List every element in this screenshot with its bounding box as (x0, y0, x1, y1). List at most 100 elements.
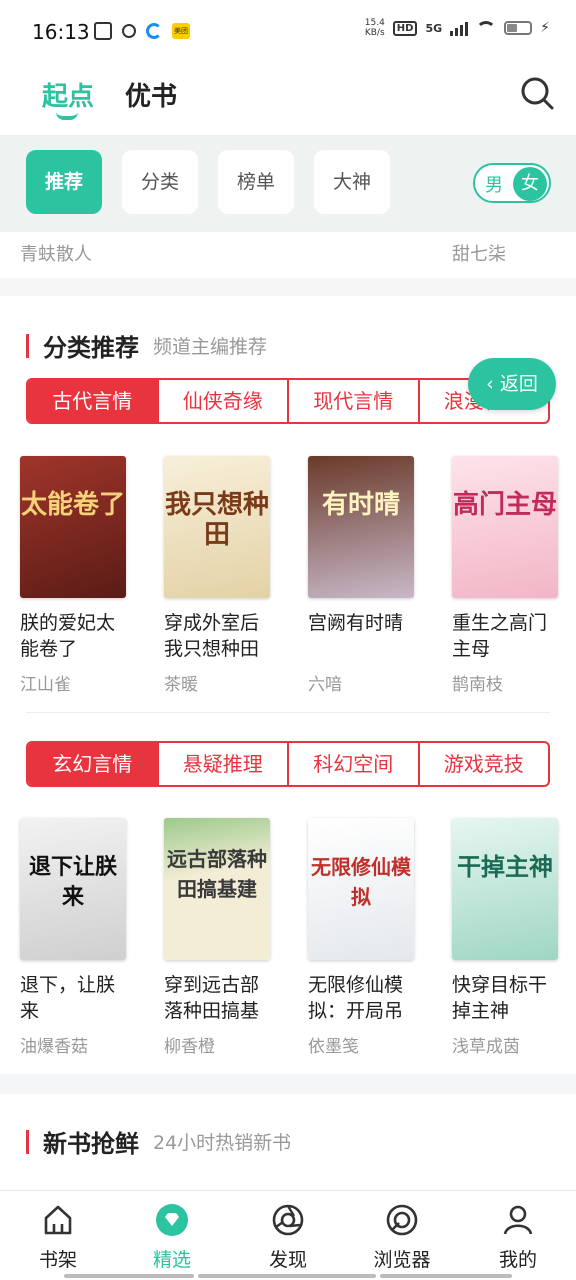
gender-female[interactable]: 女 (513, 167, 547, 201)
nav-label: 浏览器 (373, 1249, 431, 1271)
tab-mystery[interactable]: 悬疑推理 (159, 743, 289, 785)
book-title[interactable]: 无限修仙模拟：开局吊 (308, 972, 418, 1024)
message-icon (94, 22, 112, 40)
nav-label: 精选 (152, 1249, 191, 1271)
channel-chip-bar: 推荐 分类 榜单 大神 男 女 (0, 136, 576, 232)
charging-icon: ⚡ (540, 20, 550, 36)
gender-toggle[interactable]: 男 女 (473, 163, 551, 203)
book-title[interactable]: 宫阙有时晴 (308, 610, 418, 662)
book-title[interactable]: 快穿目标干掉主神 (452, 972, 562, 1024)
diamond-icon (156, 1204, 188, 1236)
gender-male[interactable]: 男 (485, 171, 503, 197)
book-card[interactable]: 干掉主神 快穿目标干掉主神 浅草成茵 (452, 818, 562, 1057)
book-author: 甜七柒 (452, 244, 506, 265)
app-screen: 16:13 美团 15.4 KB/s HD 5G ⚡ 起点 优书 推荐 分类 榜… (0, 0, 576, 1280)
book-cover[interactable]: 干掉主神 (452, 818, 558, 960)
section-accent-bar (26, 333, 29, 358)
book-author: 青蚨散人 (20, 244, 92, 265)
sync-icon (122, 24, 136, 38)
book-author: 江山雀 (20, 675, 71, 695)
book-cover[interactable]: 我只想种田 (164, 456, 270, 598)
book-title[interactable]: 朕的爱妃太能卷了 (20, 610, 130, 662)
book-cover[interactable]: 有时晴 (308, 456, 414, 598)
book-title[interactable]: 穿到远古部落种田搞基建 (164, 972, 274, 1024)
nav-discover[interactable]: 发现 (238, 1203, 338, 1272)
chip-category[interactable]: 分类 (122, 150, 198, 214)
book-author: 依墨笺 (308, 1037, 359, 1057)
chip-recommend[interactable]: 推荐 (26, 150, 102, 214)
category-recommend-section: 分类推荐 频道主编推荐 古代言情 仙侠奇缘 现代言情 浪漫青春 太能卷了 朕的爱… (0, 296, 576, 1074)
previous-book-row: 青蚨散人 甜七柒 (0, 232, 576, 278)
book-author: 浅草成茵 (452, 1037, 520, 1057)
browser-notify-icon (146, 23, 162, 39)
nav-mine[interactable]: 我的 (468, 1203, 568, 1272)
book-title[interactable]: 穿成外室后我只想种田 (164, 610, 274, 662)
section-subtitle: 24小时热销新书 (153, 1132, 292, 1154)
wifi-icon (476, 21, 497, 35)
book-author: 柳香橙 (164, 1037, 215, 1057)
tab-ancient-romance[interactable]: 古代言情 (28, 380, 159, 422)
book-card[interactable]: 退下让朕来 退下，让朕来 油爆香菇 (20, 818, 130, 1057)
section-title: 分类推荐 (43, 333, 139, 362)
top-nav: 起点 优书 (0, 62, 576, 136)
chevron-left-icon: ‹ (486, 373, 494, 395)
chip-ranking[interactable]: 榜单 (218, 150, 294, 214)
book-card[interactable]: 高门主母 重生之高门主母 鹊南枝 (452, 456, 562, 695)
network-type: 5G (425, 21, 443, 35)
category-tabs-2: 玄幻言情 悬疑推理 科幻空间 游戏竞技 (26, 741, 550, 787)
book-cover[interactable]: 高门主母 (452, 456, 558, 598)
book-cover[interactable]: 远古部落种田搞基建 (164, 818, 270, 960)
book-card[interactable]: 太能卷了 朕的爱妃太能卷了 江山雀 (20, 456, 130, 695)
book-cover[interactable]: 太能卷了 (20, 456, 126, 598)
home-icon (44, 1205, 72, 1235)
section-header: 新书抢鲜 24小时热销新书 (26, 1124, 291, 1159)
book-cover[interactable]: 退下让朕来 (20, 818, 126, 960)
book-author: 六喑 (308, 675, 342, 695)
tab-gaming[interactable]: 游戏竞技 (420, 743, 549, 785)
nav-featured[interactable]: 精选 (122, 1203, 222, 1272)
book-author: 茶暖 (164, 675, 198, 695)
compass-icon (272, 1204, 304, 1236)
tab-scifi[interactable]: 科幻空间 (289, 743, 420, 785)
nav-bookshelf[interactable]: 书架 (8, 1203, 108, 1272)
system-icons: 15.4 KB/s HD 5G ⚡ (365, 18, 550, 38)
book-card[interactable]: 有时晴 宫阙有时晴 六喑 (308, 456, 418, 695)
section-title: 新书抢鲜 (43, 1129, 139, 1158)
tab-indicator (56, 112, 78, 120)
tab-modern-romance[interactable]: 现代言情 (289, 380, 420, 422)
browser-icon (386, 1204, 418, 1236)
back-button[interactable]: ‹ 返回 (468, 358, 556, 410)
book-title[interactable]: 重生之高门主母 (452, 610, 562, 662)
book-card[interactable]: 无限修仙模拟 无限修仙模拟：开局吊 依墨笺 (308, 818, 418, 1057)
new-books-section: 新书抢鲜 24小时热销新书 (0, 1094, 576, 1190)
book-cover[interactable]: 无限修仙模拟 (308, 818, 414, 960)
chip-masters[interactable]: 大神 (314, 150, 390, 214)
book-title[interactable]: 退下，让朕来 (20, 972, 130, 1024)
signal-icon (450, 20, 469, 36)
status-time: 16:13 (32, 20, 90, 44)
nav-browser[interactable]: 浏览器 (352, 1203, 452, 1272)
row-divider (26, 712, 550, 713)
nav-label: 我的 (498, 1249, 537, 1271)
home-indicator (380, 1274, 512, 1278)
notification-icons: 美团 (94, 22, 190, 40)
tab-xianxia-romance[interactable]: 仙侠奇缘 (159, 380, 289, 422)
status-bar: 16:13 美团 15.4 KB/s HD 5G ⚡ (0, 0, 576, 62)
home-indicator (198, 1274, 376, 1278)
tab-fantasy-romance[interactable]: 玄幻言情 (28, 743, 159, 785)
section-header: 分类推荐 频道主编推荐 (26, 328, 267, 363)
meituan-icon: 美团 (172, 23, 190, 39)
tab-qidian[interactable]: 起点 (42, 76, 94, 113)
book-card[interactable]: 我只想种田 穿成外室后我只想种田 茶暖 (164, 456, 274, 695)
search-icon[interactable] (520, 76, 554, 110)
battery-icon (504, 21, 533, 35)
section-accent-bar (26, 1129, 29, 1154)
nav-label: 书架 (38, 1249, 77, 1271)
section-subtitle: 频道主编推荐 (153, 336, 268, 358)
book-card[interactable]: 远古部落种田搞基建 穿到远古部落种田搞基建 柳香橙 (164, 818, 274, 1057)
bottom-nav: 书架 精选 发现 浏览器 我的 (0, 1190, 576, 1280)
book-author: 油爆香菇 (20, 1037, 88, 1057)
home-indicator (64, 1274, 194, 1278)
user-icon (503, 1205, 533, 1235)
tab-youshu[interactable]: 优书 (125, 76, 177, 113)
